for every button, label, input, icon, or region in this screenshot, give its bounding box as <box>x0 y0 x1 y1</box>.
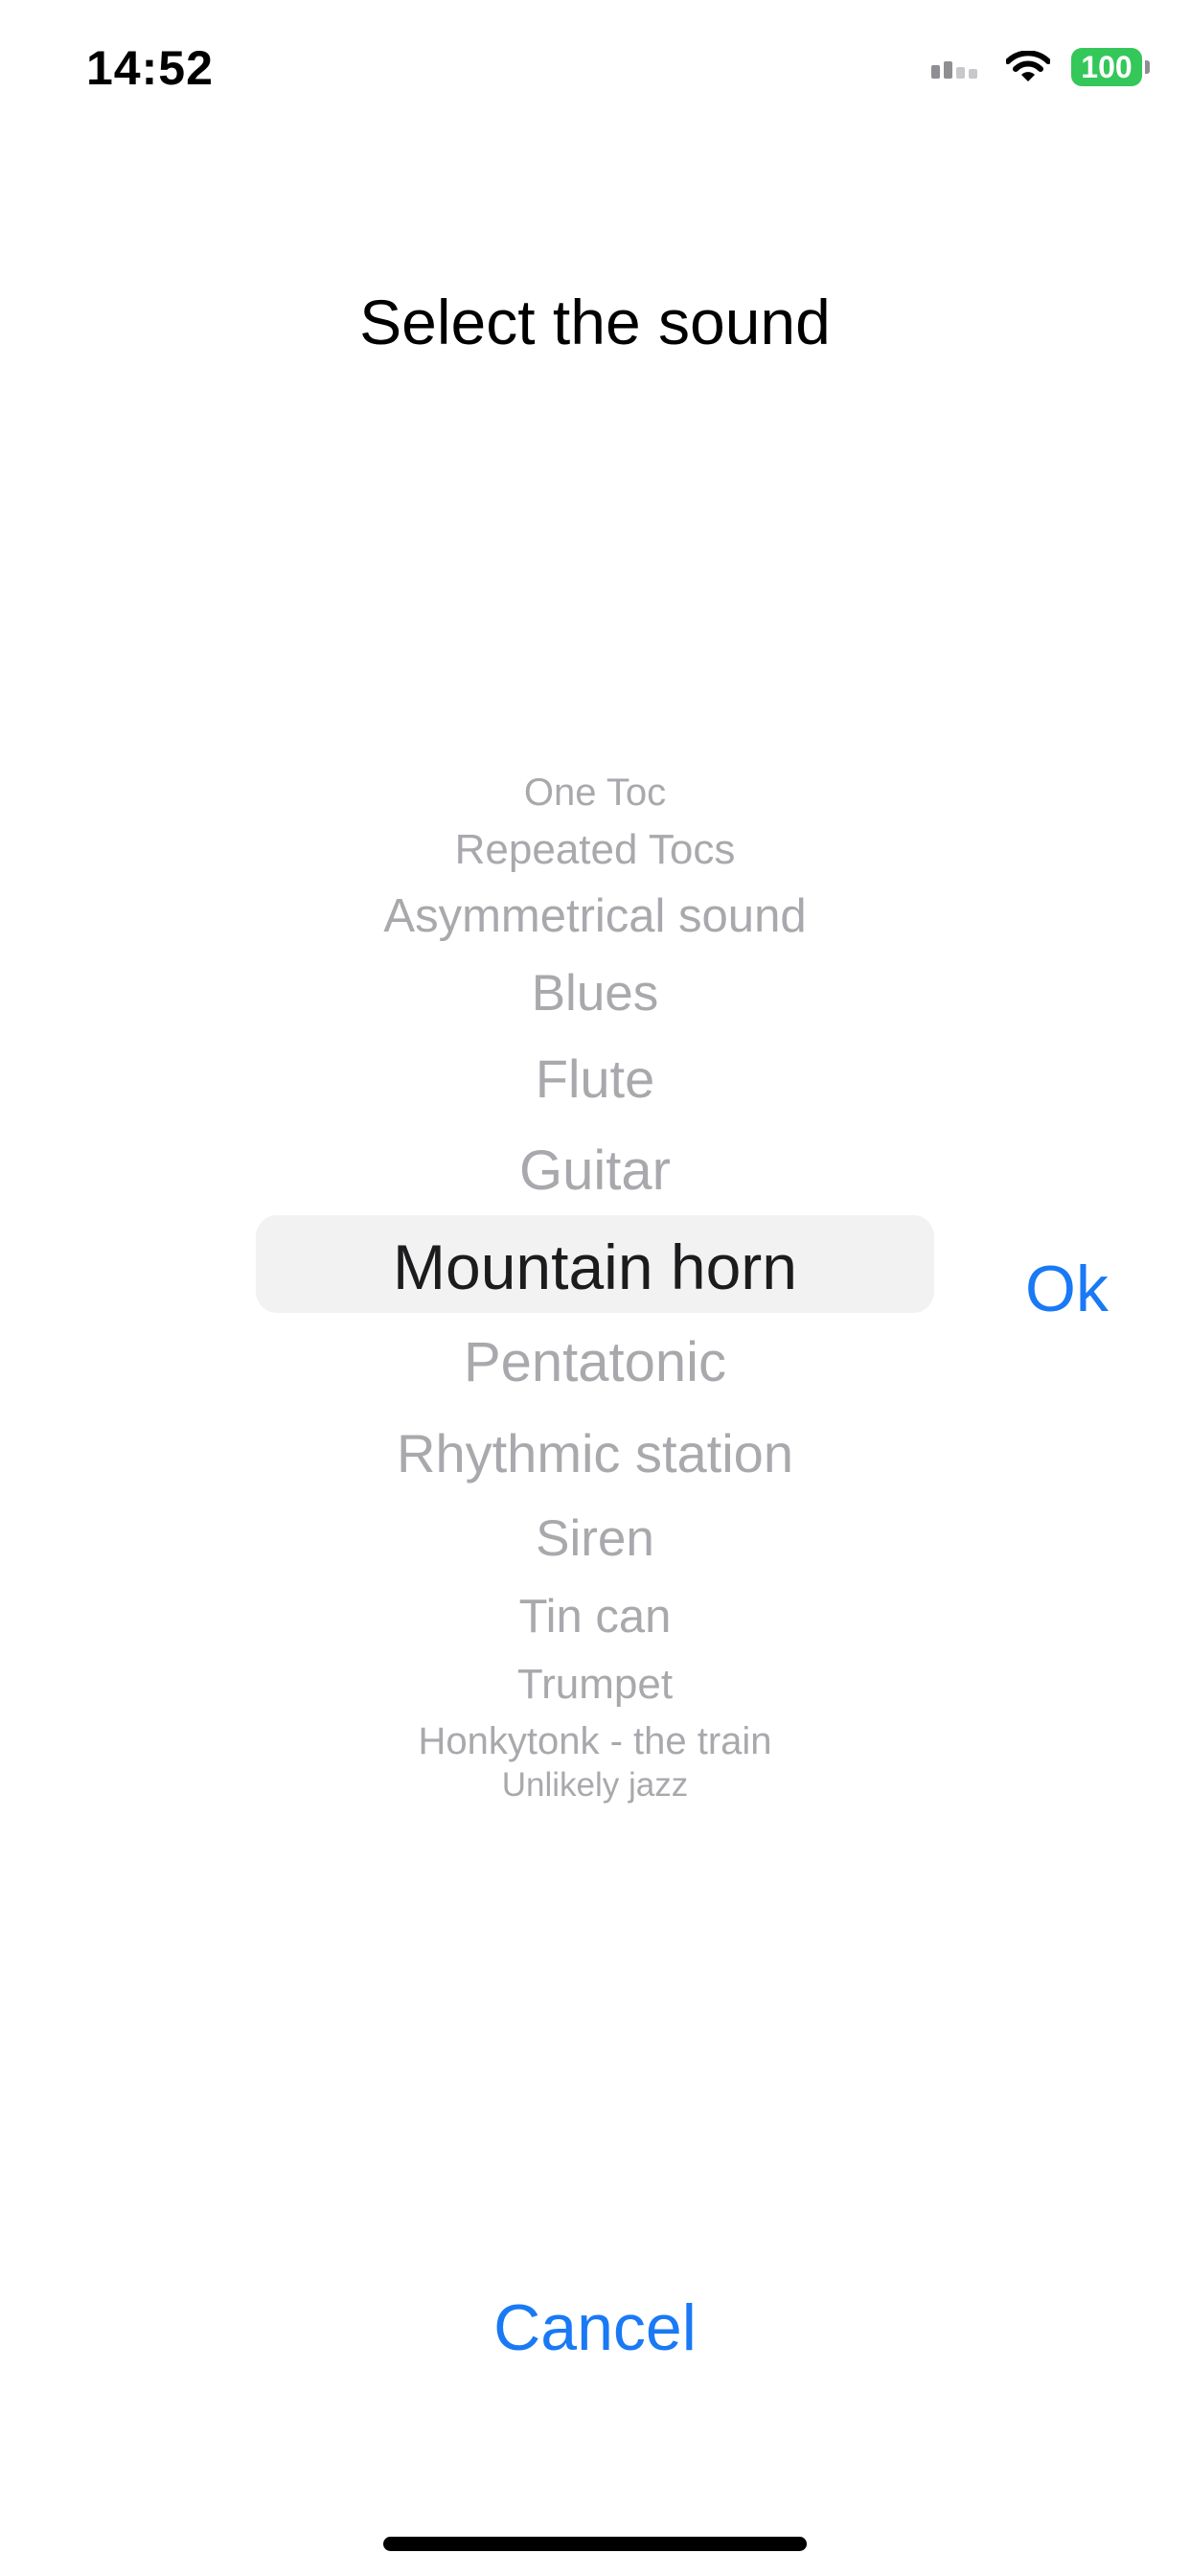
home-indicator[interactable] <box>383 2537 807 2551</box>
picker-item[interactable]: Rhythmic station <box>0 1422 1190 1484</box>
picker-item[interactable]: Flute <box>0 1047 1190 1110</box>
page-title: Select the sound <box>359 287 831 357</box>
picker-item[interactable]: Repeated Tocs <box>0 826 1190 874</box>
picker-item[interactable]: Unlikely jazz <box>0 1766 1190 1805</box>
status-time: 14:52 <box>86 41 214 95</box>
battery-nub <box>1145 60 1150 74</box>
wifi-icon <box>1006 51 1050 83</box>
picker-item[interactable]: Pentatonic <box>0 1330 1190 1394</box>
picker-item[interactable]: One Toc <box>0 771 1190 815</box>
battery-icon: 100 <box>1071 48 1150 86</box>
picker-item[interactable]: Trumpet <box>0 1661 1190 1709</box>
cancel-button[interactable]: Cancel <box>0 2290 1190 2365</box>
picker-item[interactable]: Guitar <box>0 1138 1190 1203</box>
sound-picker-screen: 14:52 100 Select the sound One Toc Repea… <box>0 0 1190 2576</box>
battery-level: 100 <box>1081 49 1133 84</box>
picker-item[interactable]: Siren <box>0 1509 1190 1568</box>
status-bar-right: 100 <box>931 48 1150 86</box>
picker-item[interactable]: Tin can <box>0 1590 1190 1644</box>
picker-item[interactable]: Honkytonk - the train <box>0 1720 1190 1763</box>
signal-icon <box>931 56 985 79</box>
picker-item-selected[interactable]: Mountain horn <box>0 1230 1190 1303</box>
ok-button[interactable]: Ok <box>1025 1252 1109 1326</box>
picker-item[interactable]: Blues <box>0 964 1190 1023</box>
picker-item[interactable]: Asymmetrical sound <box>0 889 1190 943</box>
